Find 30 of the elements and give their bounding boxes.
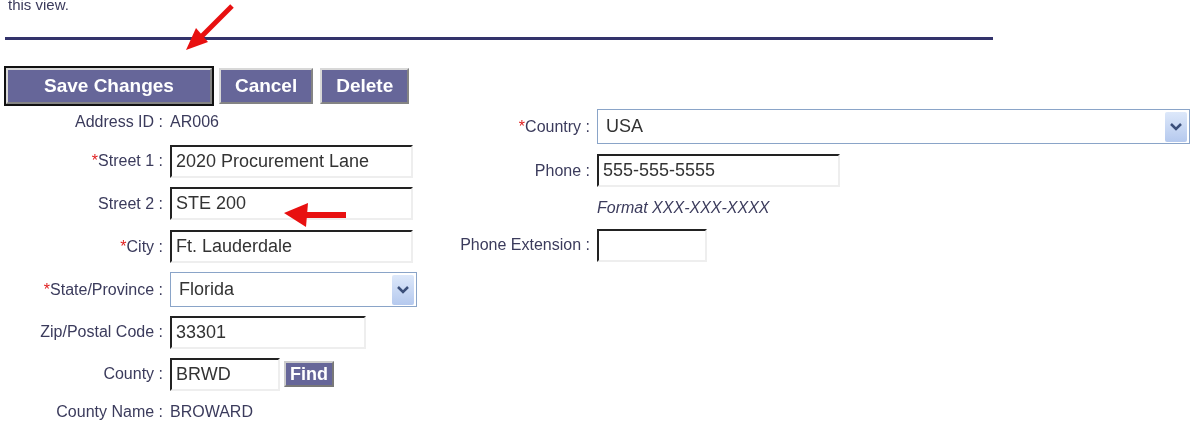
dropdown[interactable]: USA [597,109,1190,144]
text-field[interactable]: BRWD [170,357,280,391]
field-value: AR006 [170,112,219,132]
save-button[interactable]: Save Changes [6,68,212,104]
delete-button[interactable]: Delete [320,68,410,104]
field-label: *Street 1 : [90,151,163,171]
dropdown[interactable]: Florida [170,272,417,307]
text-field[interactable]: Ft. Lauderdale [170,230,413,263]
field-label: *State/Province : [42,279,163,300]
text-field[interactable]: 555-555-5555 [597,154,840,187]
text-field[interactable]: STE 200 [170,187,413,220]
text-field[interactable]: 33301 [170,315,366,349]
dropdown-caret-icon[interactable] [392,274,414,305]
field-label: County Name : [55,402,163,422]
dropdown-caret-icon[interactable] [1165,111,1187,142]
field-label: Phone Extension : [459,235,590,255]
field-label: *City : [119,236,163,257]
intro-text: this view. [7,0,70,14]
text-field[interactable]: 2020 Procurement Lane [170,144,413,178]
field-label: Street 2 : [97,193,163,214]
format-hint: Format XXX-XXX-XXXX [597,198,770,218]
field-label: *Country : [517,116,590,137]
field-label: Zip/Postal Code : [39,322,163,342]
field-value: BROWARD [170,402,253,422]
field-label: County : [102,364,163,384]
field-label: Address ID : [73,112,163,132]
field-label: Phone : [533,160,590,181]
cancel-button[interactable]: Cancel [218,68,314,104]
text-field[interactable] [597,228,707,262]
find-button[interactable]: Find [284,361,334,387]
